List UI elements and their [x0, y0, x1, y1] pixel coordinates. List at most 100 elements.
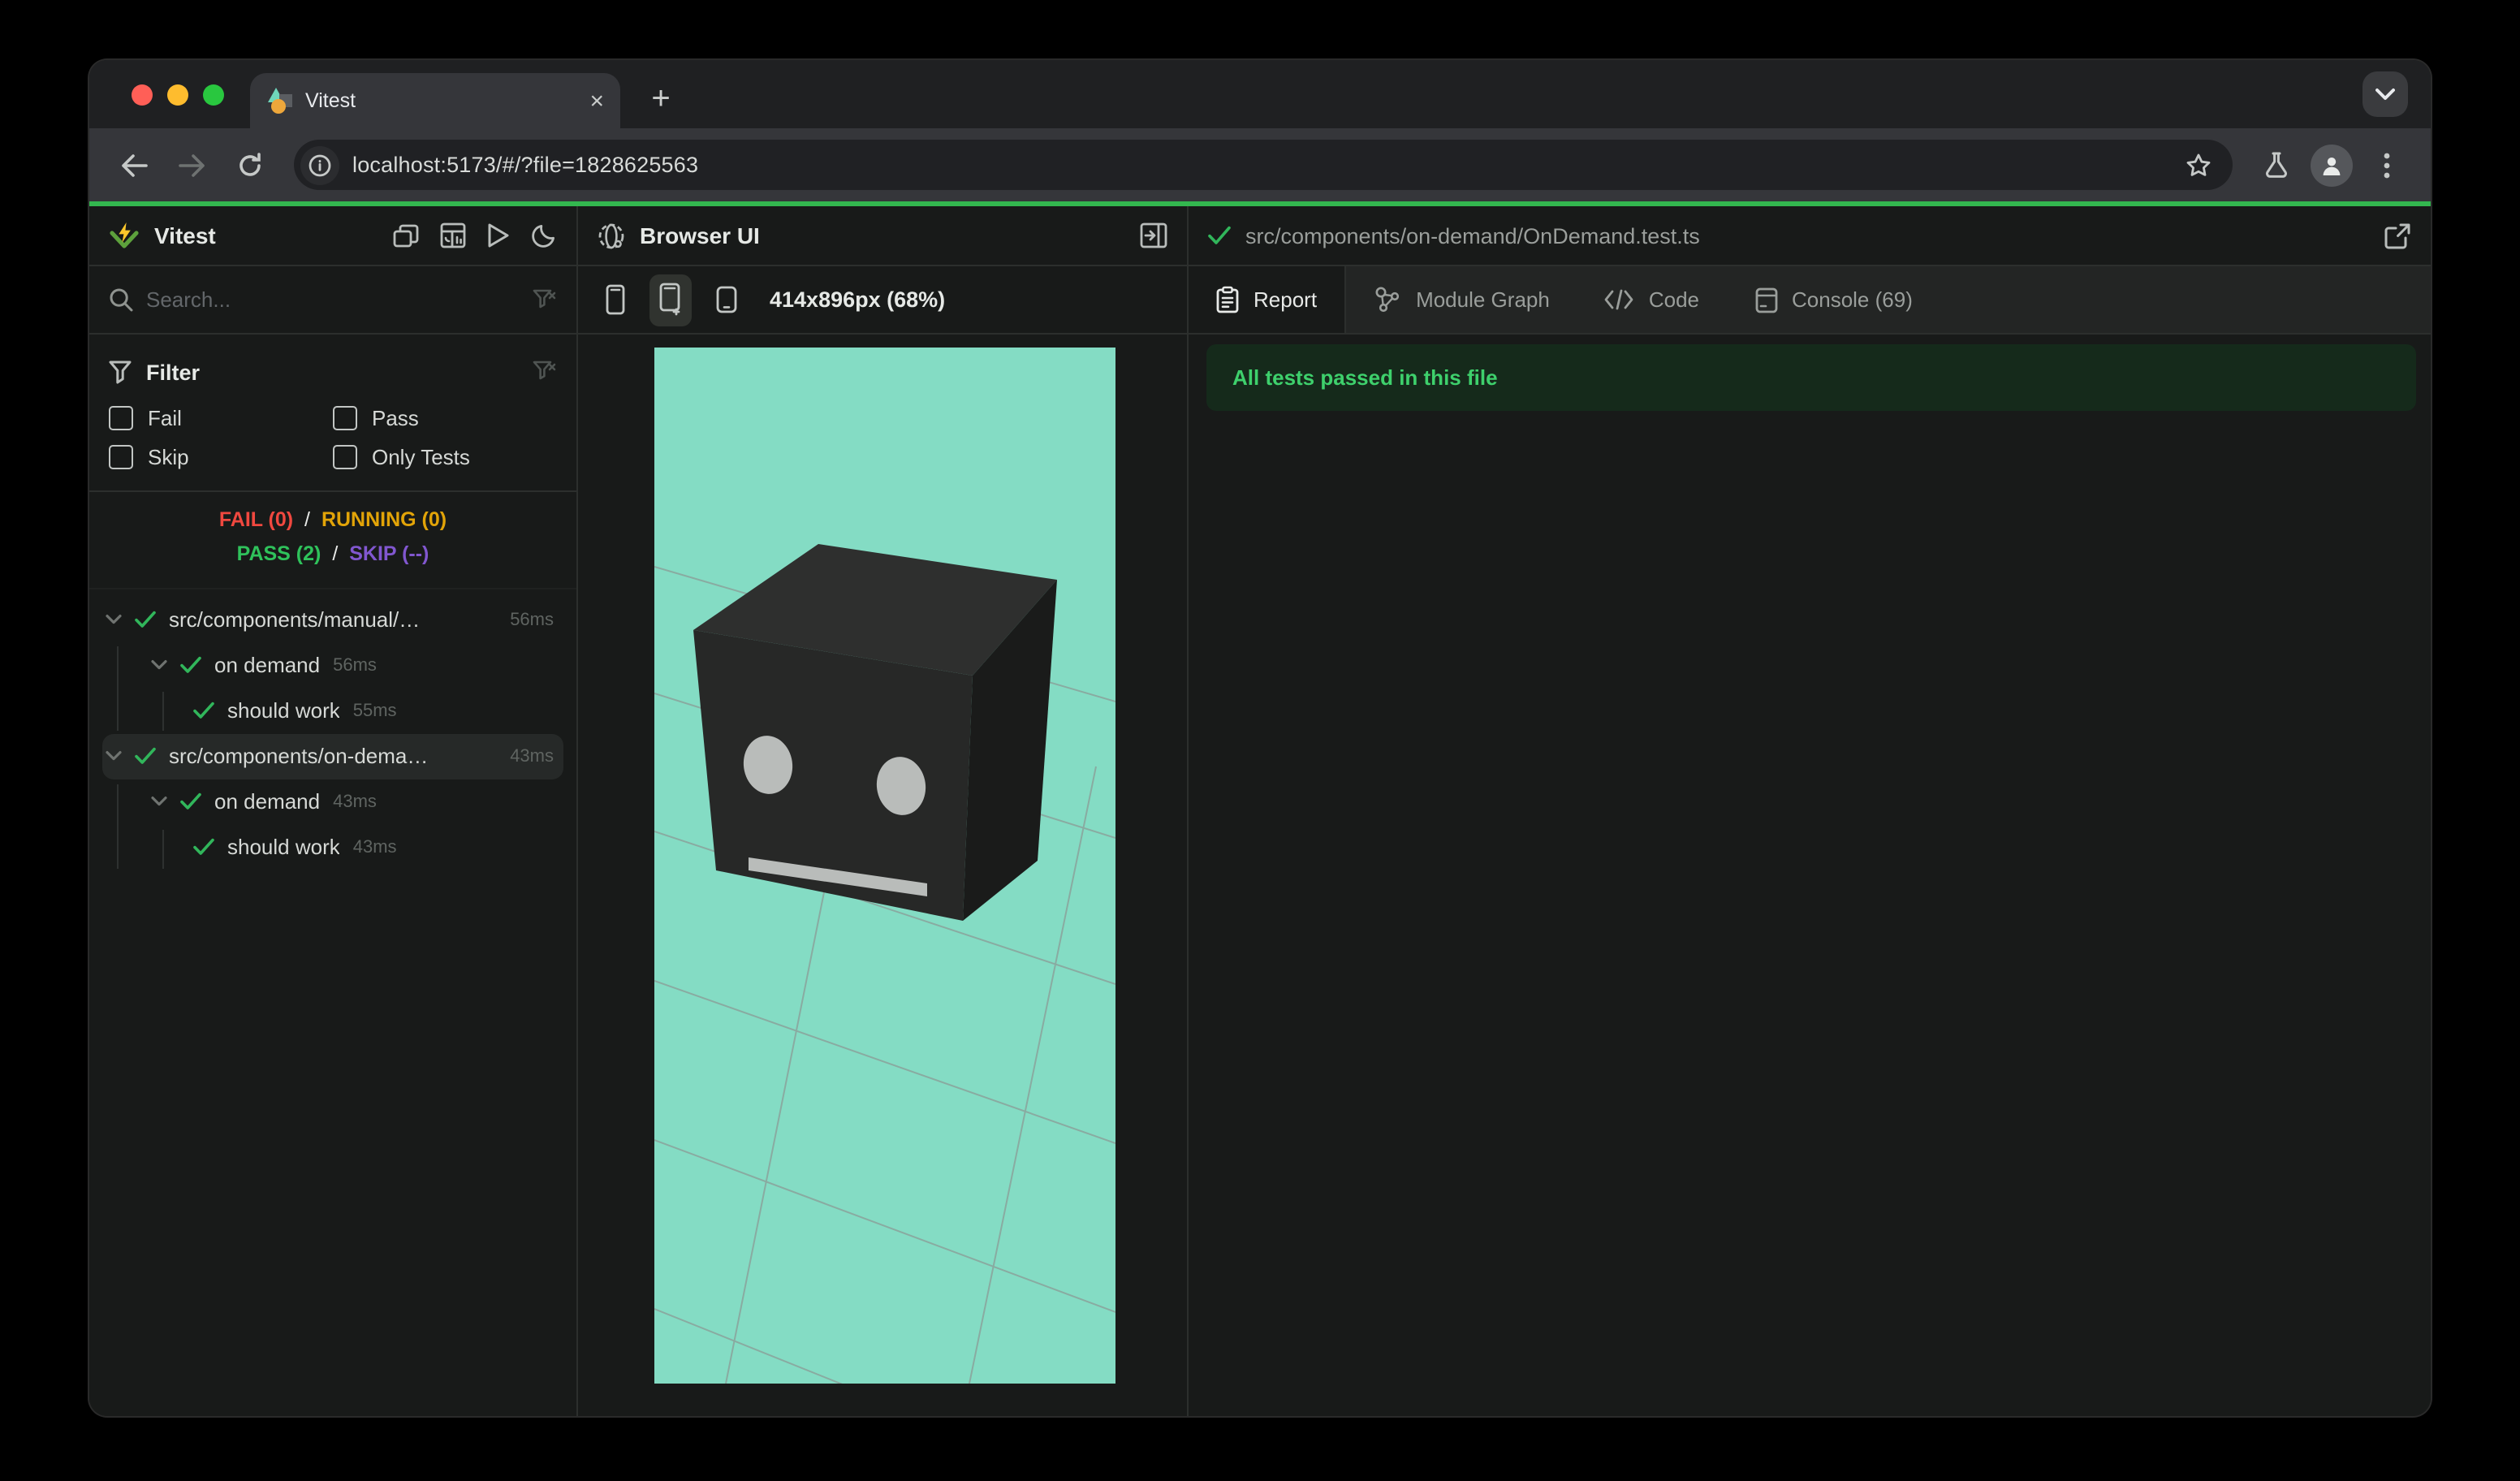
checkbox-icon — [109, 445, 133, 469]
filter-checkbox-only-tests[interactable]: Only Tests — [333, 445, 557, 469]
run-all-icon[interactable] — [487, 222, 510, 248]
test-viewport-iframe[interactable] — [654, 348, 1115, 1384]
report-body: All tests passed in this file — [1189, 335, 2431, 1416]
filter-title: Filter — [146, 360, 201, 384]
search-row — [89, 266, 576, 335]
traffic-lights — [132, 84, 224, 106]
tree-row-file-on-demand[interactable]: src/components/on-dema… 43ms — [102, 733, 563, 779]
browser-ui-header: Browser UI — [578, 206, 1187, 266]
checkbox-icon — [109, 406, 133, 430]
collapse-panel-right-icon[interactable] — [1140, 222, 1167, 248]
filter-funnel-icon — [109, 360, 132, 384]
back-button[interactable] — [109, 140, 158, 189]
module-graph-icon — [1374, 286, 1401, 313]
tab-search-chevron-icon[interactable] — [2362, 71, 2408, 117]
tree-row-test-should-work-1[interactable]: should work 55ms — [102, 688, 563, 733]
duration-label: 56ms — [333, 655, 377, 675]
device-preset-large-button[interactable] — [705, 274, 747, 326]
fail-count: FAIL (0) — [218, 508, 294, 531]
tab-close-icon[interactable]: × — [589, 89, 604, 113]
tree-row-suite-on-demand-1[interactable]: on demand 56ms — [102, 642, 563, 688]
browser-window: Vitest × + localhost:5173/#/?file=182862… — [89, 60, 2431, 1416]
report-clipboard-icon — [1216, 286, 1239, 313]
test-file-path: src/components/on-demand/OnDemand.test.t… — [1245, 223, 1700, 248]
duration-label: 43ms — [333, 792, 377, 811]
run-status-summary: FAIL (0) / RUNNING (0) PASS (2) / SKIP (… — [89, 492, 576, 589]
vitest-favicon-icon — [266, 88, 292, 114]
browser-preview-area — [578, 335, 1187, 1416]
bookmark-star-icon[interactable] — [2174, 140, 2223, 189]
zoom-window-button[interactable] — [203, 84, 224, 106]
browser-toolbar: localhost:5173/#/?file=1828625563 — [89, 128, 2431, 201]
filter-checkbox-pass[interactable]: Pass — [333, 406, 557, 430]
clear-filter-icon[interactable] — [533, 361, 557, 383]
browser-ui-panel: Browser UI 414x896px (68%) — [578, 206, 1189, 1416]
pass-check-icon — [135, 747, 156, 765]
browser-ui-title: Browser UI — [640, 222, 760, 248]
globe-icon — [598, 222, 625, 249]
tab-console[interactable]: Console (69) — [1727, 266, 1940, 333]
open-external-icon[interactable] — [2384, 222, 2411, 249]
sidebar: Vitest Search... Filter Fail Pass Skip O… — [89, 206, 578, 1416]
all-tests-passed-banner: All tests passed in this file — [1206, 344, 2416, 411]
experiments-flask-icon[interactable] — [2252, 140, 2301, 189]
chevron-down-icon[interactable] — [106, 614, 122, 625]
file-pass-check-icon — [1208, 226, 1231, 245]
report-panel: src/components/on-demand/OnDemand.test.t… — [1189, 206, 2431, 1416]
chevron-down-icon[interactable] — [151, 659, 167, 671]
tab-report[interactable]: Report — [1189, 266, 1347, 333]
close-window-button[interactable] — [132, 84, 153, 106]
duration-label: 56ms — [510, 610, 554, 629]
test-tree: src/components/manual/… 56ms on demand 5… — [89, 589, 576, 1416]
pass-check-icon — [135, 611, 156, 628]
pass-check-icon — [180, 656, 201, 674]
report-header: src/components/on-demand/OnDemand.test.t… — [1189, 206, 2431, 266]
search-input[interactable] — [146, 287, 520, 312]
dashboard-icon[interactable] — [440, 222, 466, 248]
vitest-app: Vitest Search... Filter Fail Pass Skip O… — [89, 206, 2431, 1416]
viewport-size-label: 414x896px (68%) — [770, 287, 946, 312]
reload-button[interactable] — [226, 140, 274, 189]
device-toolbar: 414x896px (68%) — [578, 266, 1187, 335]
pass-count: PASS (2) — [236, 542, 321, 566]
device-preset-add-button[interactable] — [649, 274, 692, 326]
pass-check-icon — [193, 702, 214, 719]
device-preset-small-button[interactable] — [594, 274, 636, 326]
browser-tab[interactable]: Vitest × — [250, 73, 620, 128]
minimize-window-button[interactable] — [167, 84, 188, 106]
clear-search-filter-icon[interactable] — [533, 288, 557, 311]
duration-label: 55ms — [352, 701, 397, 720]
filter-checkbox-fail[interactable]: Fail — [109, 406, 333, 430]
chevron-down-icon[interactable] — [106, 750, 122, 762]
url-bar[interactable]: localhost:5173/#/?file=1828625563 — [294, 140, 2233, 190]
forward-button[interactable] — [167, 140, 216, 189]
tab-strip: Vitest × + — [89, 60, 2431, 128]
duration-label: 43ms — [352, 837, 397, 857]
sidebar-header: Vitest — [89, 206, 576, 266]
chevron-down-icon[interactable] — [151, 796, 167, 807]
tree-row-file-manual[interactable]: src/components/manual/… 56ms — [102, 597, 563, 642]
threejs-scene — [654, 348, 1115, 1384]
checkbox-icon — [333, 445, 357, 469]
browser-menu-icon[interactable] — [2362, 140, 2411, 189]
tab-module-graph[interactable]: Module Graph — [1346, 266, 1577, 333]
console-icon — [1754, 287, 1777, 313]
tree-row-test-should-work-2[interactable]: should work 43ms — [102, 824, 563, 870]
tab-code[interactable]: Code — [1577, 266, 1727, 333]
new-tab-button[interactable]: + — [638, 76, 684, 122]
skip-count: SKIP (--) — [349, 542, 429, 566]
dark-mode-moon-icon[interactable] — [531, 222, 557, 248]
search-icon — [109, 287, 133, 312]
collapse-panels-icon[interactable] — [393, 223, 419, 248]
url-text[interactable]: localhost:5173/#/?file=1828625563 — [352, 153, 2161, 177]
duration-label: 43ms — [510, 746, 554, 766]
pass-check-icon — [193, 838, 214, 856]
running-count: RUNNING (0) — [321, 508, 447, 531]
profile-avatar[interactable] — [2311, 144, 2353, 186]
site-info-icon[interactable] — [300, 145, 339, 184]
app-title: Vitest — [154, 222, 216, 248]
code-icon — [1605, 289, 1634, 310]
tree-row-suite-on-demand-2[interactable]: on demand 43ms — [102, 779, 563, 824]
filter-checkbox-skip[interactable]: Skip — [109, 445, 333, 469]
vitest-logo-icon — [109, 220, 140, 251]
